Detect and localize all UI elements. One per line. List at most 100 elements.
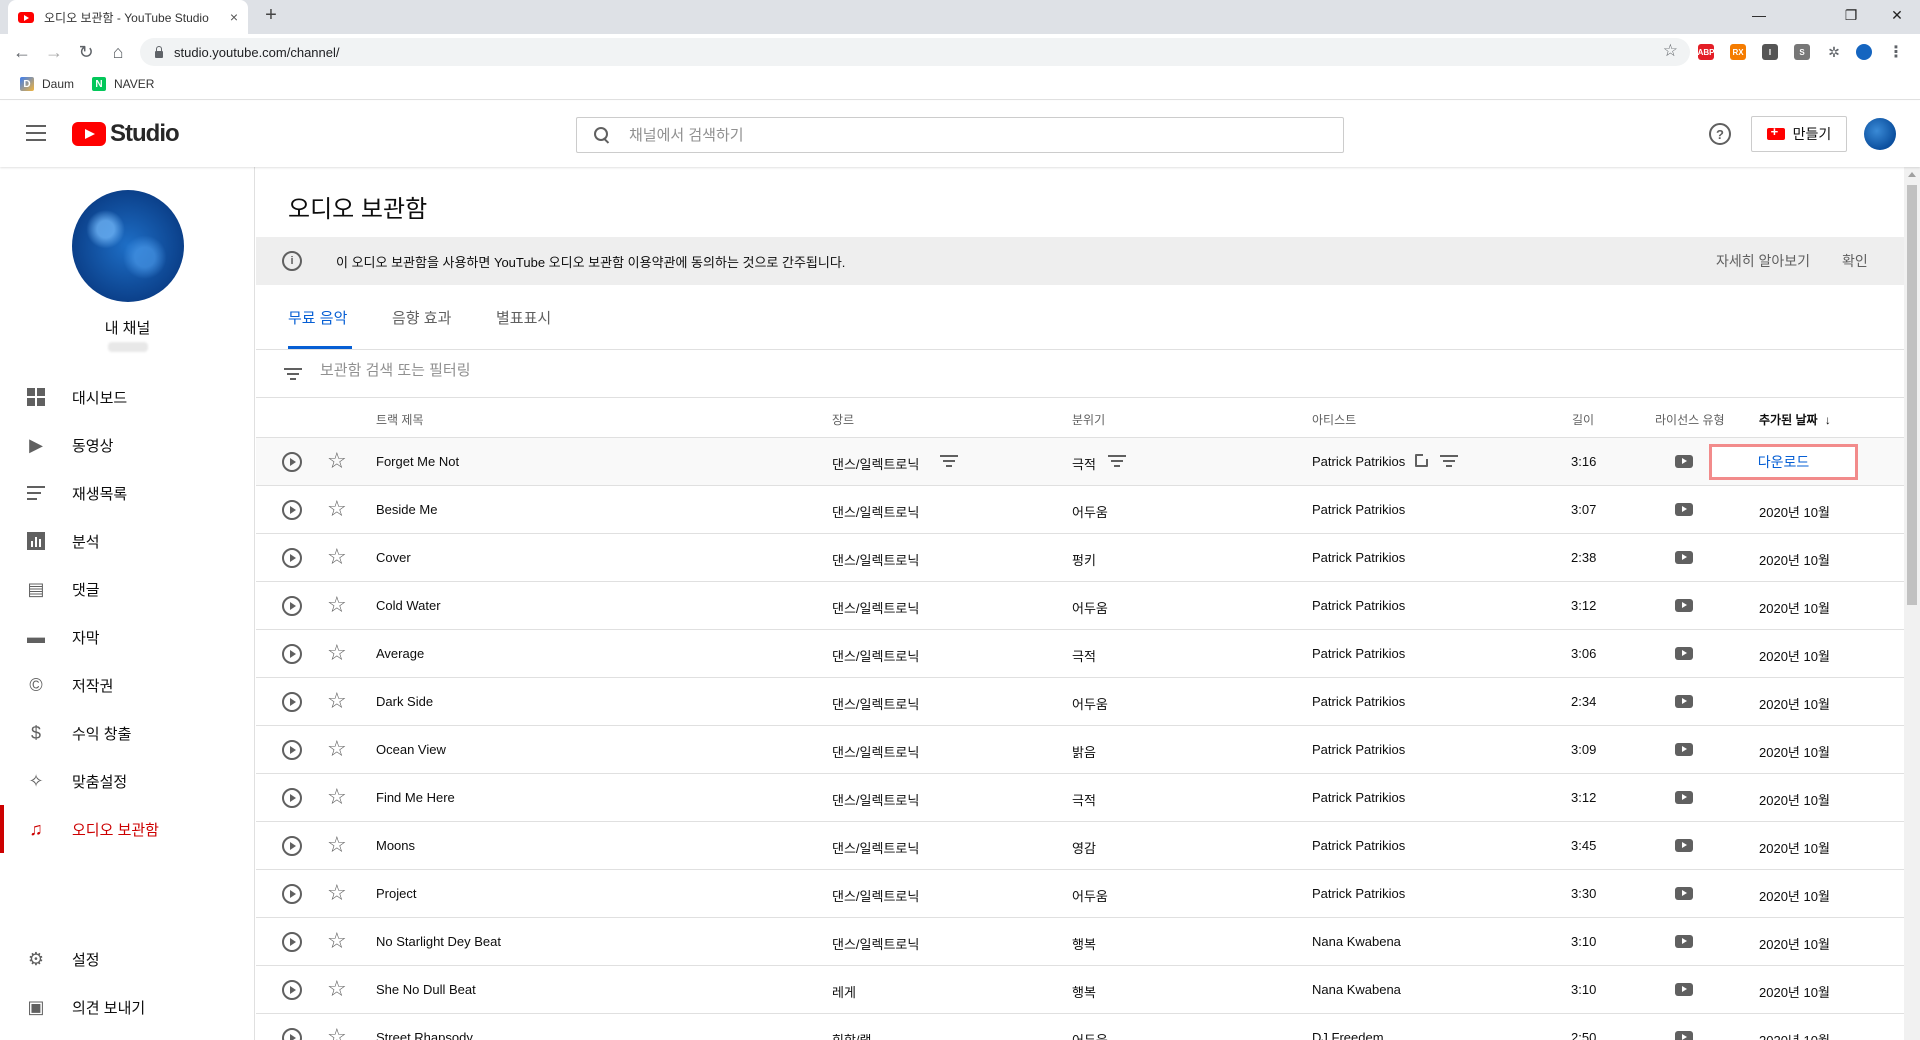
table-row[interactable]: ☆ She No Dull Beat 레게 행복 Nana Kwabena 3:10 202… (256, 966, 1904, 1014)
channel-search[interactable] (576, 117, 1344, 153)
column-header-added-date[interactable]: 추가된 날짜 ↓ (1759, 411, 1831, 428)
confirm-button[interactable]: 확인 (1842, 251, 1868, 271)
scrollbar-thumb[interactable] (1907, 185, 1917, 605)
play-icon[interactable] (282, 788, 302, 808)
studio-logo[interactable]: Studio (72, 120, 180, 148)
bookmark-naver[interactable]: N NAVER (92, 77, 154, 91)
filter-by-icon[interactable] (1440, 455, 1458, 467)
table-row[interactable]: ☆ Moons 댄스/일렉트로닉 영감 Patrick Patrikios 3:45 202… (256, 822, 1904, 870)
play-icon[interactable] (282, 692, 302, 712)
play-icon[interactable] (282, 1028, 302, 1040)
star-icon[interactable]: ☆ (327, 833, 347, 857)
play-icon[interactable] (282, 500, 302, 520)
forward-arrow-icon[interactable]: → (42, 40, 66, 64)
sidebar-item-playlists[interactable]: 재생목록 (0, 469, 254, 517)
bookmark-daum[interactable]: D Daum (20, 77, 74, 91)
play-icon[interactable] (282, 548, 302, 568)
new-tab-button[interactable]: + (258, 4, 284, 27)
restore-icon[interactable]: ❐ (1828, 0, 1874, 30)
play-icon[interactable] (282, 932, 302, 952)
sidebar-item-audio-library[interactable]: ♫ 오디오 보관함 (0, 805, 254, 853)
filter-by-icon[interactable] (1108, 455, 1126, 467)
table-row[interactable]: ☆ Project 댄스/일렉트로닉 어두움 Patrick Patrikios 3:30… (256, 870, 1904, 918)
star-icon[interactable]: ☆ (327, 689, 347, 713)
table-row[interactable]: ☆ Dark Side 댄스/일렉트로닉 어두움 Patrick Patrikios 2:… (256, 678, 1904, 726)
tab-starred[interactable]: 별표표시 (496, 307, 551, 328)
omnibox[interactable]: studio.youtube.com/channel/ ☆ (140, 38, 1690, 66)
browser-menu-icon[interactable]: ⋮ (1888, 44, 1904, 61)
star-icon[interactable]: ☆ (327, 977, 347, 1001)
star-icon[interactable]: ☆ (327, 1025, 347, 1040)
scroll-up-arrow-icon[interactable] (1908, 172, 1916, 177)
star-icon[interactable]: ☆ (327, 929, 347, 953)
track-genre: 댄스/일렉트로닉 (832, 793, 920, 808)
sidebar-item-videos[interactable]: ▶ 동영상 (0, 421, 254, 469)
play-icon[interactable] (282, 980, 302, 1000)
table-row[interactable]: ☆ Forget Me Not 댄스/일렉트로닉 극적 Patrick Patrikio… (256, 438, 1904, 486)
play-icon[interactable] (282, 452, 302, 472)
star-icon[interactable]: ☆ (327, 785, 347, 809)
filter-icon[interactable] (284, 368, 302, 380)
sidebar-item-monetization[interactable]: $ 수익 창출 (0, 709, 254, 757)
sidebar-item-settings[interactable]: ⚙ 설정 (0, 935, 254, 983)
back-arrow-icon[interactable]: ← (10, 40, 34, 64)
sidebar-item-copyright[interactable]: © 저작권 (0, 661, 254, 709)
star-icon[interactable]: ☆ (327, 641, 347, 665)
sidebar-item-subtitles[interactable]: ▬ 자막 (0, 613, 254, 661)
sidebar-item-label: 의견 보내기 (72, 999, 146, 1017)
external-link-icon[interactable] (1415, 453, 1429, 467)
create-button[interactable]: 만들기 (1751, 116, 1847, 152)
library-filter-input[interactable] (320, 362, 820, 379)
minimize-icon[interactable]: — (1736, 0, 1782, 30)
play-icon[interactable] (282, 884, 302, 904)
track-title: Beside Me (376, 502, 438, 517)
account-avatar[interactable] (1864, 118, 1896, 150)
table-row[interactable]: ☆ Average 댄스/일렉트로닉 극적 Patrick Patrikios 3:06 2… (256, 630, 1904, 678)
channel-search-input[interactable] (629, 126, 1309, 144)
profile-avatar-icon[interactable] (1856, 44, 1872, 60)
learn-more-link[interactable]: 자세히 알아보기 (1716, 251, 1810, 271)
channel-avatar[interactable] (72, 190, 184, 302)
rx-extension-icon[interactable]: RX (1730, 44, 1746, 60)
table-row[interactable]: ☆ Ocean View 댄스/일렉트로닉 밝음 Patrick Patrikios 3:… (256, 726, 1904, 774)
star-icon[interactable]: ☆ (327, 497, 347, 521)
sidebar-item-feedback[interactable]: ▣ 의견 보내기 (0, 983, 254, 1031)
sidebar-item-dashboard[interactable]: 대시보드 (0, 373, 254, 421)
bookmark-star-icon[interactable]: ☆ (1663, 41, 1678, 61)
table-row[interactable]: ☆ Street Rhapsody 힙합/랩 어두움 DJ Freedem 2:50 202… (256, 1014, 1904, 1040)
table-row[interactable]: ☆ Cold Water 댄스/일렉트로닉 어두움 Patrick Patrikios 3… (256, 582, 1904, 630)
play-icon[interactable] (282, 740, 302, 760)
tab-close-icon[interactable]: × (230, 9, 238, 25)
star-icon[interactable]: ☆ (327, 737, 347, 761)
play-icon[interactable] (282, 596, 302, 616)
star-icon[interactable]: ☆ (327, 593, 347, 617)
home-icon[interactable]: ⌂ (106, 40, 130, 64)
star-icon[interactable]: ☆ (327, 545, 347, 569)
table-row[interactable]: ☆ Beside Me 댄스/일렉트로닉 어두움 Patrick Patrikios 3:… (256, 486, 1904, 534)
help-icon[interactable]: ? (1709, 123, 1731, 145)
table-row[interactable]: ☆ No Starlight Dey Beat 댄스/일렉트로닉 행복 Nana Kwa… (256, 918, 1904, 966)
download-button[interactable]: 다운로드 (1709, 444, 1858, 480)
sidebar-item-customization[interactable]: ✧ 맞춤설정 (0, 757, 254, 805)
browser-tab[interactable]: 오디오 보관함 - YouTube Studio × (8, 0, 248, 34)
play-icon[interactable] (282, 836, 302, 856)
page-scrollbar[interactable] (1904, 167, 1920, 1040)
tab-free-music[interactable]: 무료 음악 (288, 307, 347, 328)
table-row[interactable]: ☆ Cover 댄스/일렉트로닉 펑키 Patrick Patrikios 2:38 202… (256, 534, 1904, 582)
daum-icon: D (20, 77, 34, 91)
hamburger-menu-icon[interactable] (26, 125, 46, 141)
reload-icon[interactable]: ↻ (74, 40, 98, 64)
play-icon[interactable] (282, 644, 302, 664)
filter-by-icon[interactable] (940, 455, 958, 467)
window-close-icon[interactable]: ✕ (1874, 0, 1920, 30)
s-extension-icon[interactable]: S (1794, 44, 1810, 60)
star-icon[interactable]: ☆ (327, 881, 347, 905)
adblock-extension-icon[interactable]: ABP (1698, 44, 1714, 60)
star-icon[interactable]: ☆ (327, 449, 347, 473)
tab-sound-effects[interactable]: 음향 효과 (392, 307, 451, 328)
sidebar-item-comments[interactable]: ▤ 댓글 (0, 565, 254, 613)
sidebar-item-analytics[interactable]: 분석 (0, 517, 254, 565)
table-row[interactable]: ☆ Find Me Here 댄스/일렉트로닉 극적 Patrick Patrikios… (256, 774, 1904, 822)
i-extension-icon[interactable]: I (1762, 44, 1778, 60)
puzzle-extensions-icon[interactable]: ✲ (1826, 44, 1842, 60)
